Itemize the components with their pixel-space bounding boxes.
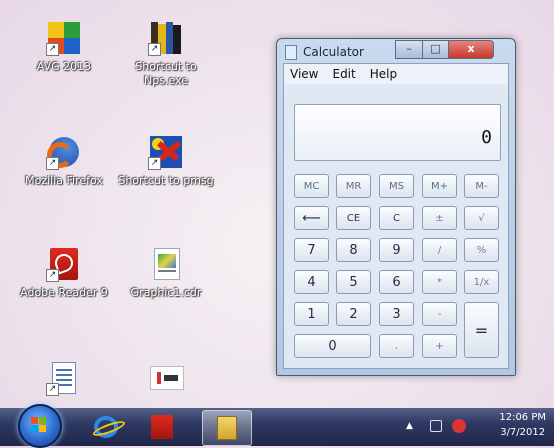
five-button[interactable]: 5 xyxy=(336,270,371,294)
calculator-window[interactable]: Calculator – □ x View Edit Help 0 MC MR … xyxy=(276,38,516,376)
add-button[interactable]: + xyxy=(422,334,457,358)
shortcut-arrow-icon: ↗ xyxy=(148,157,161,170)
sqrt-button[interactable]: √ xyxy=(464,206,499,230)
shortcut-arrow-icon: ↗ xyxy=(148,43,161,56)
backspace-button[interactable]: ⟵ xyxy=(294,206,329,230)
clock-date: 3/7/2012 xyxy=(500,427,546,438)
image-file-icon xyxy=(148,360,184,396)
title-bar[interactable]: Calculator – □ x xyxy=(277,39,515,63)
four-button[interactable]: 4 xyxy=(294,270,329,294)
internet-explorer-icon xyxy=(91,416,127,439)
close-button[interactable]: x xyxy=(448,40,494,59)
calculator-body: View Edit Help 0 MC MR MS M+ M- ⟵ CE C ±… xyxy=(283,63,509,369)
reciprocal-button[interactable]: 1/x xyxy=(464,270,499,294)
avg-icon: ↗ xyxy=(46,20,82,56)
zero-button[interactable]: 0 xyxy=(294,334,371,358)
desktop-icon-label: Shortcut to Nps.exe xyxy=(135,60,197,87)
menu-view[interactable]: View xyxy=(290,67,318,81)
c-button[interactable]: C xyxy=(379,206,414,230)
desktop-icon-pmsg[interactable]: ↗ Shortcut to pmsg xyxy=(118,134,214,188)
ce-button[interactable]: CE xyxy=(336,206,371,230)
shortcut-arrow-icon: ↗ xyxy=(46,157,59,170)
desktop-icon-firefox[interactable]: ↗ Mozilla Firefox xyxy=(16,134,112,188)
shortcut-arrow-icon: ↗ xyxy=(46,269,59,282)
desktop-icon-adobe-reader[interactable]: ↗ Adobe Reader 9 xyxy=(16,246,112,300)
one-button[interactable]: 1 xyxy=(294,302,329,326)
paint-icon: ↗ xyxy=(148,134,184,170)
multiply-button[interactable]: * xyxy=(422,270,457,294)
shortcut-arrow-icon: ↗ xyxy=(46,43,59,56)
desktop-icon-label: Mozilla Firefox xyxy=(25,174,103,187)
cdr-file-icon xyxy=(148,246,184,282)
menu-edit[interactable]: Edit xyxy=(332,67,355,81)
calculator-app-icon xyxy=(285,45,297,60)
equals-button[interactable]: = xyxy=(464,302,499,358)
ms-button[interactable]: MS xyxy=(379,174,414,198)
three-button[interactable]: 3 xyxy=(379,302,414,326)
network-icon[interactable] xyxy=(430,420,442,432)
percent-button[interactable]: % xyxy=(464,238,499,262)
books-icon: ↗ xyxy=(148,20,184,56)
subtract-button[interactable]: - xyxy=(422,302,457,326)
plus-minus-button[interactable]: ± xyxy=(422,206,457,230)
desktop-icon-label: Shortcut to pmsg xyxy=(118,174,214,187)
divide-button[interactable]: / xyxy=(422,238,457,262)
nine-button[interactable]: 9 xyxy=(379,238,414,262)
taskbar-adobe-reader[interactable] xyxy=(138,410,186,444)
mc-button[interactable]: MC xyxy=(294,174,329,198)
taskbar: ▲ 12:06 PM 3/7/2012 xyxy=(0,404,554,448)
m-minus-button[interactable]: M- xyxy=(464,174,499,198)
start-button[interactable] xyxy=(18,404,62,448)
desktop-icon-label: AVG 2013 xyxy=(36,60,92,73)
volume-muted-icon[interactable] xyxy=(452,419,466,433)
firefox-icon: ↗ xyxy=(46,134,82,170)
clock-time: 12:06 PM xyxy=(499,412,546,423)
clock[interactable]: 12:06 PM 3/7/2012 xyxy=(499,410,546,440)
decimal-button[interactable]: . xyxy=(379,334,414,358)
document-icon: ↗ xyxy=(46,360,82,396)
adobe-reader-icon: ↗ xyxy=(46,246,82,282)
calculator-icon xyxy=(217,416,237,440)
taskbar-internet-explorer[interactable] xyxy=(82,410,130,444)
desktop-icon-nps[interactable]: ↗ Shortcut to Nps.exe xyxy=(118,20,214,88)
adobe-reader-icon xyxy=(151,415,173,439)
desktop-icon-label: Adobe Reader 9 xyxy=(20,286,108,299)
two-button[interactable]: 2 xyxy=(336,302,371,326)
m-plus-button[interactable]: M+ xyxy=(422,174,457,198)
six-button[interactable]: 6 xyxy=(379,270,414,294)
mr-button[interactable]: MR xyxy=(336,174,371,198)
desktop-icon-avg[interactable]: ↗ AVG 2013 xyxy=(16,20,112,74)
taskbar-calculator[interactable] xyxy=(202,410,252,446)
desktop-icon-document[interactable]: ↗ xyxy=(16,360,112,400)
menu-bar: View Edit Help xyxy=(284,64,508,84)
minimize-button[interactable]: – xyxy=(395,40,423,59)
desktop-icon-label: Graphic1.cdr xyxy=(130,286,202,299)
shortcut-arrow-icon: ↗ xyxy=(46,383,59,396)
calculator-display: 0 xyxy=(294,104,501,161)
maximize-button[interactable]: □ xyxy=(422,40,449,59)
display-value: 0 xyxy=(481,127,492,148)
windows-logo-icon xyxy=(31,417,47,433)
desktop-icon-graphic1[interactable]: Graphic1.cdr xyxy=(118,246,214,300)
show-hidden-icons-button[interactable]: ▲ xyxy=(406,420,418,432)
desktop-icon-image-file[interactable] xyxy=(118,360,214,400)
window-title: Calculator xyxy=(303,45,364,59)
seven-button[interactable]: 7 xyxy=(294,238,329,262)
eight-button[interactable]: 8 xyxy=(336,238,371,262)
menu-help[interactable]: Help xyxy=(370,67,397,81)
